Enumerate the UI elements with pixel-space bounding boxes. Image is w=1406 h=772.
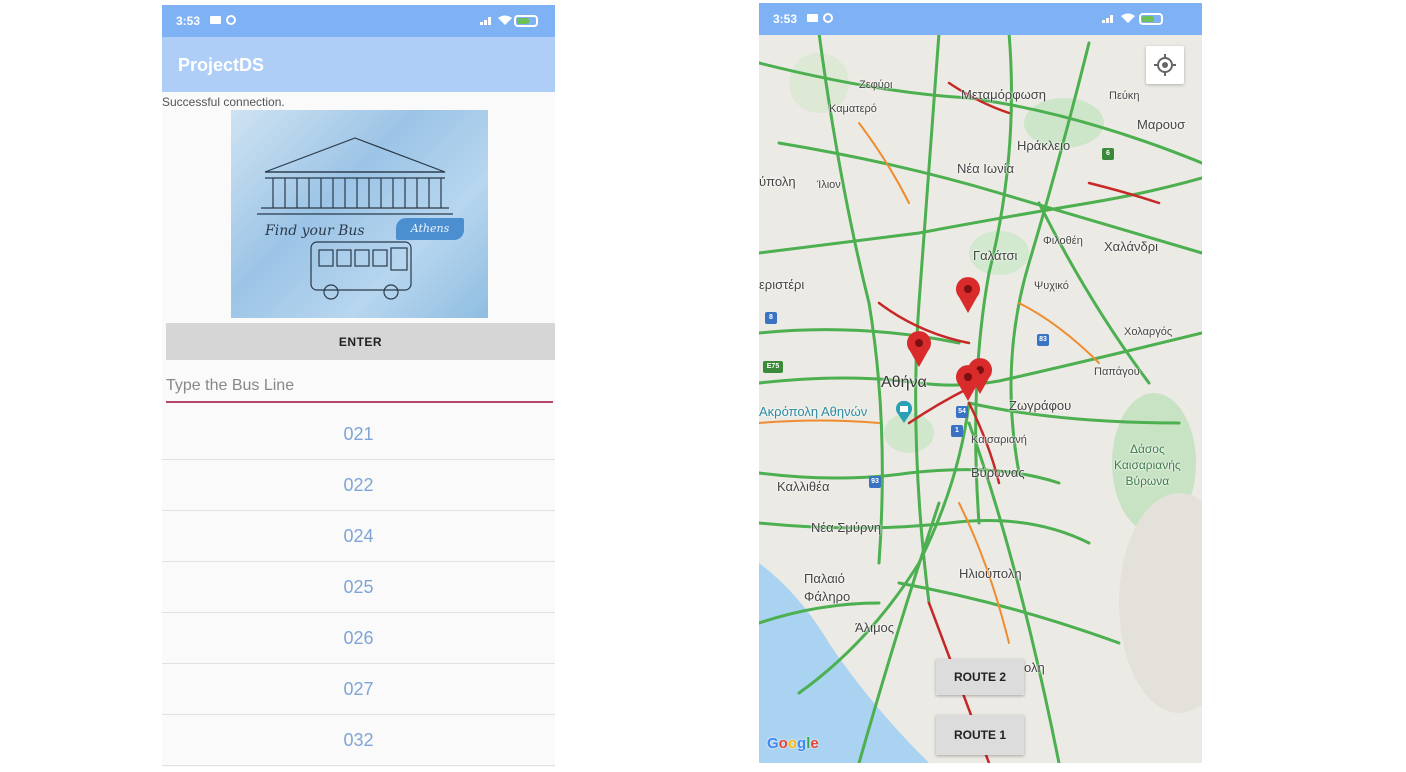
bus-line-item[interactable]: 025 (162, 562, 555, 613)
parthenon-illustration (257, 137, 453, 300)
bus-line-list: 021 022 024 025 026 027 032 (162, 409, 555, 766)
map-label: Γαλάτσι (973, 248, 1018, 263)
route-2-button[interactable]: ROUTE 2 (936, 659, 1024, 695)
map-label: Ηλιούπολη (959, 566, 1022, 581)
map-label: ολη (1024, 660, 1045, 675)
map-pin-icon[interactable] (955, 277, 981, 313)
status-bar: 3:53 (162, 5, 555, 37)
map-label: Χολαργός (1124, 326, 1173, 338)
battery-icon (514, 15, 538, 27)
signal-icon (480, 17, 491, 25)
status-time: 3:53 (176, 14, 201, 28)
map-label: Ζεφύρι (859, 79, 893, 91)
hero-image: Find your Bus Athens (231, 110, 488, 318)
map-label: εριστέρι (759, 277, 805, 292)
road-shield: 83 (1037, 334, 1049, 346)
map-screen: 3:53 Ζεφύρι Καματερό Μεταμόρφωση Πεύκη Μ… (759, 3, 1202, 763)
status-time: 3:53 (773, 12, 798, 26)
bus-search-screen: 3:53 ProjectDS Successful connection. Fi… (162, 5, 555, 767)
enter-button[interactable]: ENTER (166, 323, 555, 360)
map-label: Μεταμόρφωση (961, 87, 1047, 102)
map-label: Πεύκη (1109, 90, 1140, 102)
bus-line-item[interactable]: 027 (162, 664, 555, 715)
map-label: Ψυχικό (1034, 280, 1069, 292)
map-label: Παπάγου (1094, 366, 1140, 378)
map-label: Αθήνα (881, 374, 927, 391)
map-label: Νέα Σμύρνη (811, 520, 882, 535)
wifi-icon (498, 15, 512, 25)
route-1-button[interactable]: ROUTE 1 (936, 715, 1024, 755)
road-shield: 8 (765, 312, 777, 324)
bus-line-item[interactable]: 021 (162, 409, 555, 460)
sync-icon (823, 13, 833, 23)
map-label: Φιλοθέη (1043, 235, 1083, 247)
map-label: Καματερό (829, 103, 877, 115)
map-label: Χαλάνδρι (1104, 239, 1159, 254)
map-label: Ζωγράφου (1009, 398, 1072, 413)
map-label: Καλλιθέα (777, 479, 830, 494)
wifi-icon (1121, 13, 1135, 23)
signal-icon (1102, 15, 1113, 23)
hill-area (1119, 493, 1202, 713)
bus-line-item[interactable]: 022 (162, 460, 555, 511)
bus-line-item[interactable]: 032 (162, 715, 555, 766)
map-label: Παλαιό Φάληρο (804, 571, 851, 604)
map-label: Νέα Ιωνία (957, 161, 1014, 176)
app-title: ProjectDS (178, 55, 265, 75)
road-shield: 1 (951, 425, 963, 437)
sync-icon (226, 15, 236, 25)
bus-illustration (310, 241, 412, 300)
hero-caption: Find your Bus (265, 223, 365, 239)
google-logo: Google (767, 735, 819, 752)
connection-status: Successful connection. (162, 95, 285, 109)
hero-tag: Athens (396, 218, 464, 240)
camera-icon (210, 16, 221, 24)
road-shield: 6 (1102, 148, 1114, 160)
road-shield: 93 (869, 476, 881, 488)
bus-line-item[interactable]: 024 (162, 511, 555, 562)
map-label: Βύρωνας (971, 465, 1025, 480)
map-label: Δάσος Καισαριανής Βύρωνα (1114, 442, 1181, 488)
my-location-button[interactable] (1146, 46, 1184, 84)
map-pin-icon[interactable] (906, 331, 932, 367)
map-label: Ηράκλειο (1017, 138, 1071, 153)
app-bar: ProjectDS (162, 37, 555, 92)
map-label: Ακρόπολη Αθηνών (759, 404, 868, 419)
map-label: Μαρουσ (1137, 117, 1186, 132)
battery-icon (1139, 13, 1163, 25)
bus-line-item[interactable]: 026 (162, 613, 555, 664)
map-label: ύπολη (759, 174, 796, 189)
my-location-icon (1154, 54, 1176, 76)
road-shield: E75 (763, 361, 783, 373)
bus-line-input[interactable] (166, 371, 553, 403)
map-label: Ίλιον (817, 179, 841, 191)
map-label: Καισαριανή (971, 434, 1027, 446)
map-label: Άλιμος (855, 620, 895, 635)
status-bar: 3:53 (759, 3, 1202, 35)
map-pin-icon[interactable] (955, 365, 981, 401)
road-shield: 54 (956, 406, 968, 418)
camera-icon (807, 14, 818, 22)
landmark-icon[interactable] (895, 401, 913, 423)
